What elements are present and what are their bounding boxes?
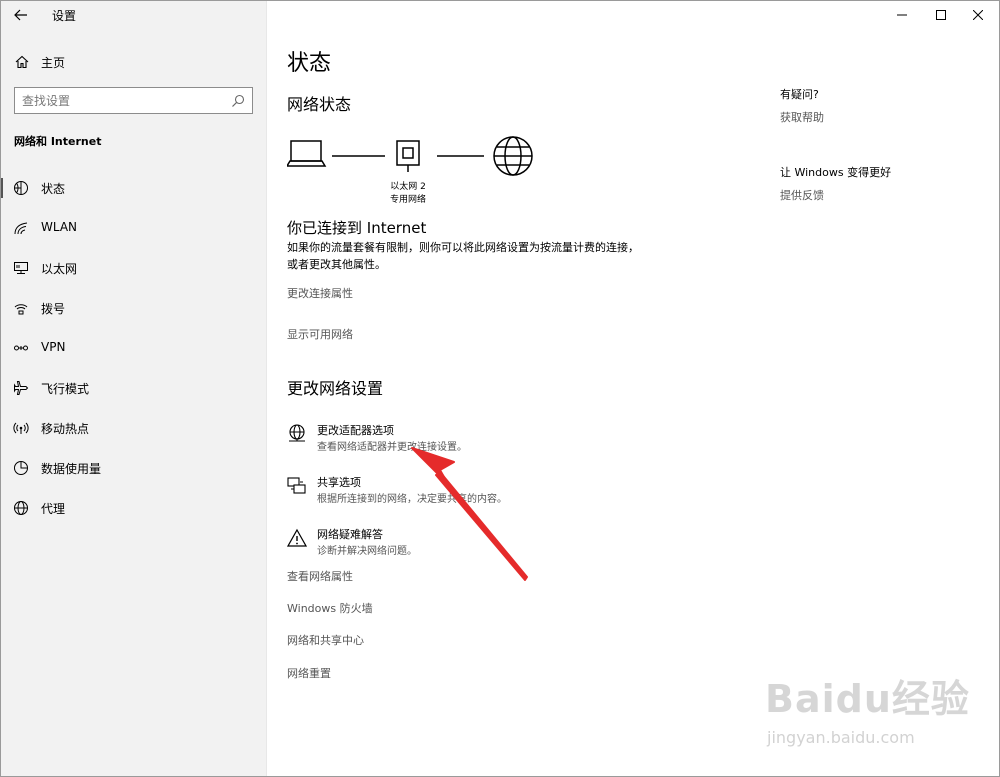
option-title: 共享选项 [317,476,361,489]
page-title: 状态 [287,51,332,76]
sidebar-item-ethernet[interactable]: 以太网 [0,248,267,288]
data-usage-icon [14,461,28,475]
troubleshooter-item[interactable]: 网络疑难解答 诊断并解决网络问题。 [287,526,667,566]
sidebar-item-wlan[interactable]: WLAN [0,208,267,248]
change-network-settings-heading: 更改网络设置 [287,379,384,398]
option-subtitle: 根据所连接到的网络，决定要共享的内容。 [317,494,507,505]
sidebar-item-label: 以太网 [41,262,78,276]
give-feedback-link[interactable]: 提供反馈 [780,187,824,203]
sidebar-item-label: 飞行模式 [41,382,90,396]
minimize-button[interactable] [884,0,920,30]
sidebar-item-hotspot[interactable]: 移动热点 [0,408,267,448]
network-status-heading: 网络状态 [287,95,352,114]
sidebar: 设置 主页 网络和 Internet 状态 WLAN [0,0,267,777]
home-icon [15,55,29,69]
sidebar-item-proxy[interactable]: 代理 [0,488,267,528]
sidebar-item-label: WLAN [41,220,78,234]
question-heading: 有疑问? [780,88,819,101]
view-network-properties-link[interactable]: 查看网络属性 [287,568,353,584]
sidebar-item-home[interactable]: 主页 [0,50,267,74]
close-icon [973,10,983,20]
globe-icon [14,501,28,515]
adapter-options-item[interactable]: 更改适配器选项 查看网络适配器并更改连接设置。 [287,422,667,462]
wifi-icon [14,222,28,235]
connected-description: 如果你的流量套餐有限制，则你可以将此网络设置为按流量计费的连接，或者更改其他属性… [287,241,639,271]
hotspot-icon [13,422,29,434]
sidebar-item-label: 状态 [41,182,66,196]
dialup-icon [14,304,28,315]
sharing-options-item[interactable]: 共享选项 根据所连接到的网络，决定要共享的内容。 [287,474,667,514]
network-diagram: 以太网 2 专用网络 [287,135,547,210]
minimize-icon [897,14,907,16]
option-subtitle: 诊断并解决网络问题。 [317,546,417,557]
network-diagram-graphic [287,136,533,176]
sidebar-item-vpn[interactable]: VPN [0,328,267,368]
adapter-icon [289,424,305,442]
sidebar-item-label: 移动热点 [41,422,90,436]
sidebar-item-data-usage[interactable]: 数据使用量 [0,448,267,488]
baidu-jingyan-watermark: Baidu经验 jingyan.baidu.com [765,668,990,768]
network-reset-link[interactable]: 网络重置 [287,665,331,681]
improve-windows-heading: 让 Windows 变得更好 [780,166,892,179]
maximize-icon [936,10,946,20]
status-icon [14,181,28,195]
close-button[interactable] [960,0,996,30]
ethernet-icon [14,262,28,274]
option-title: 网络疑难解答 [317,528,383,541]
maximize-button[interactable] [923,0,959,30]
search-icon[interactable] [231,94,245,108]
ethernet-port-icon [396,140,420,172]
sidebar-item-label: 主页 [41,56,66,70]
sidebar-item-status[interactable]: 状态 [0,168,267,208]
warning-icon [287,528,307,547]
section-title: 网络和 Internet [14,135,102,148]
laptop-icon [287,140,327,167]
network-sharing-center-link[interactable]: 网络和共享中心 [287,632,364,648]
windows-firewall-link[interactable]: Windows 防火墙 [287,600,373,616]
search-box[interactable] [14,87,253,114]
get-help-link[interactable]: 获取帮助 [780,109,824,125]
network-type-label: 专用网络 [389,195,426,205]
sharing-icon [287,477,306,494]
sidebar-item-airplane[interactable]: 飞行模式 [0,368,267,408]
change-connection-properties-link[interactable]: 更改连接属性 [287,285,353,301]
option-subtitle: 查看网络适配器并更改连接设置。 [317,442,467,453]
show-available-networks-link[interactable]: 显示可用网络 [287,326,353,342]
connected-heading: 你已连接到 Internet [287,219,427,237]
airplane-icon [14,381,29,395]
sidebar-item-dialup[interactable]: 拨号 [0,288,267,328]
main-content: 状态 网络状态 以太网 2 专用网络 你已连接到 Internet 如果你的流量… [267,0,1000,777]
active-indicator [0,178,3,198]
option-title: 更改适配器选项 [317,424,394,437]
sidebar-item-label: 数据使用量 [41,462,102,476]
watermark-url: jingyan.baidu.com [767,728,915,747]
back-button[interactable] [6,4,36,26]
internet-globe-icon [493,136,533,176]
sidebar-item-label: 代理 [41,502,66,516]
sidebar-item-label: 拨号 [41,302,66,316]
watermark-brand: Baidu经验 [765,677,970,721]
back-arrow-icon [14,9,27,21]
adapter-name-label: 以太网 2 [390,182,426,192]
vpn-icon [14,345,28,351]
sidebar-item-label: VPN [41,340,66,354]
search-input[interactable] [22,92,227,110]
app-title: 设置 [52,9,77,23]
